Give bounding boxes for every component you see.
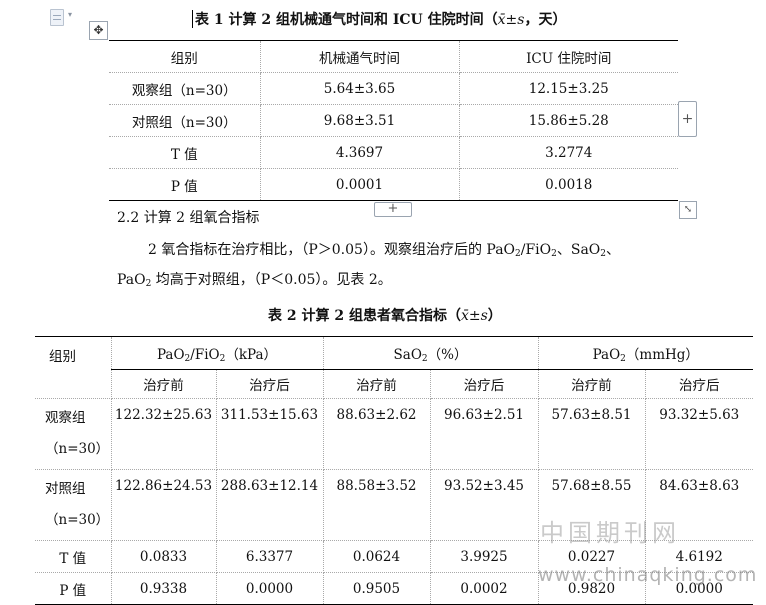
- table1: 组别 机械通气时间 ICU 住院时间 观察组（n=30） 5.64±3.65 1…: [109, 40, 678, 201]
- table-cell[interactable]: P 值: [109, 168, 261, 201]
- table-subheader-row: 治疗前 治疗后 治疗前 治疗后 治疗前 治疗后: [35, 369, 754, 399]
- table-header-cell[interactable]: SaO2（%）: [322, 336, 539, 370]
- table-cell[interactable]: 93.52±3.45: [429, 469, 539, 541]
- table-cell[interactable]: 57.63±8.51: [537, 398, 646, 470]
- table-cell[interactable]: 96.63±2.51: [429, 398, 539, 470]
- table-header-row: 组别 PaO2/FiO2（kPa） SaO2（%） PaO2（mmHg）: [35, 336, 754, 399]
- table-header-cell[interactable]: PaO2（mmHg）: [537, 336, 754, 370]
- add-column-button[interactable]: +: [678, 101, 697, 137]
- header-text: （kPa）: [225, 346, 278, 363]
- table-header-row: 组别 机械通气时间 ICU 住院时间: [109, 40, 678, 73]
- table2-caption-formula: x̄±s: [460, 308, 488, 324]
- paragraph-text: 、SaO: [556, 242, 601, 258]
- header-text: PaO: [592, 346, 621, 363]
- document-icon[interactable]: [50, 9, 64, 26]
- table-header-cell[interactable]: PaO2/FiO2（kPa）: [110, 336, 324, 370]
- paragraph-line: PaO2 均高于对照组，（P＜0.05）。见表 2。: [117, 269, 392, 289]
- table1-caption-tail: ，天）: [524, 12, 567, 28]
- table-cell[interactable]: 9.68±3.51: [259, 104, 460, 137]
- table-cell[interactable]: 0.0018: [458, 168, 678, 201]
- table-row: T 值 4.3697 3.2774: [109, 136, 678, 169]
- header-text: （%）: [427, 346, 468, 363]
- table-move-handle-icon[interactable]: ✥: [89, 21, 108, 40]
- table-cell[interactable]: 0.0624: [322, 540, 431, 573]
- text-cursor: [192, 10, 193, 28]
- table-header-cell[interactable]: ICU 住院时间: [458, 40, 678, 73]
- table-row: 对照组（n=30） 9.68±3.51 15.86±5.28: [109, 104, 678, 137]
- paragraph-text: 、: [606, 242, 621, 258]
- table-row: 观察组 （n=30） 122.32±25.63 311.53±15.63 88.6…: [35, 398, 754, 470]
- table2-caption-tail: ）: [487, 308, 502, 324]
- header-text: /FiO: [190, 346, 220, 363]
- table1-caption-text: 表 1 计算 2 组机械通气时间和 ICU 住院时间（: [195, 12, 498, 28]
- table-cell[interactable]: 4.3697: [259, 136, 460, 169]
- table-cell[interactable]: 88.63±2.62: [322, 398, 431, 470]
- table-cell[interactable]: 对照组 （n=30）: [35, 469, 112, 541]
- paragraph-text: /FiO: [520, 242, 552, 258]
- table-header-cell[interactable]: 治疗后: [429, 369, 539, 399]
- table1-caption: 表 1 计算 2 组机械通气时间和 ICU 住院时间（x̄±s，天）: [195, 9, 566, 29]
- row-label-sub: （n=30）: [45, 512, 110, 528]
- paragraph-line: 2 氧合指标在治疗相比，（P＞0.05）。观察组治疗后的 PaO2/FiO2、S…: [148, 239, 620, 259]
- table-cell[interactable]: 0.0833: [110, 540, 217, 573]
- chevron-down-icon[interactable]: ▾: [68, 10, 72, 19]
- table-cell[interactable]: 288.63±12.14: [215, 469, 324, 541]
- table-cell[interactable]: 93.32±5.63: [644, 398, 754, 470]
- table-cell[interactable]: 6.3377: [215, 540, 324, 573]
- add-row-button[interactable]: +: [374, 202, 412, 217]
- table-cell[interactable]: 5.64±3.65: [259, 72, 460, 105]
- row-label-sub: （n=30）: [45, 441, 110, 457]
- header-text: （mmHg）: [625, 346, 699, 363]
- table-cell[interactable]: 3.9925: [429, 540, 539, 573]
- table-cell[interactable]: 0.0001: [259, 168, 460, 201]
- row-label: 对照组: [45, 481, 86, 497]
- table-header-cell[interactable]: 组别: [109, 40, 261, 73]
- row-label: 观察组: [45, 410, 86, 426]
- table-cell[interactable]: 3.2774: [458, 136, 678, 169]
- table-cell[interactable]: 311.53±15.63: [215, 398, 324, 470]
- watermark-cn: 中国期刊网: [540, 519, 680, 547]
- table-cell[interactable]: 观察组 （n=30）: [35, 398, 112, 470]
- table-resize-handle-icon[interactable]: ⤡: [679, 201, 697, 219]
- table-cell[interactable]: 15.86±5.28: [458, 104, 678, 137]
- table-cell[interactable]: T 值: [35, 540, 112, 573]
- table-cell[interactable]: 12.15±3.25: [458, 72, 678, 105]
- table-row: 观察组（n=30） 5.64±3.65 12.15±3.25: [109, 72, 678, 105]
- header-text: PaO: [156, 346, 185, 363]
- table-cell[interactable]: 122.86±24.53: [110, 469, 217, 541]
- table1-caption-formula: x̄±s: [497, 12, 525, 28]
- table2-caption-text: 表 2 计算 2 组患者氧合指标（: [268, 308, 461, 324]
- section-heading: 2.2 计算 2 组氧合指标: [117, 210, 260, 226]
- table-header-cell[interactable]: 治疗后: [644, 369, 754, 399]
- table-cell[interactable]: T 值: [109, 136, 261, 169]
- table-header-cell[interactable]: 机械通气时间: [259, 40, 460, 73]
- paragraph-text: 2 氧合指标在治疗相比，（P＞0.05）。观察组治疗后的 PaO: [148, 242, 516, 258]
- table-header-cell[interactable]: 组别: [35, 336, 112, 399]
- paragraph-text: 均高于对照组，（P＜0.05）。见表 2。: [151, 272, 392, 288]
- table-header-cell[interactable]: 治疗前: [322, 369, 431, 399]
- table-header-cell[interactable]: 治疗前: [537, 369, 646, 399]
- table-cell[interactable]: 观察组（n=30）: [109, 72, 261, 105]
- table-row: P 值 0.0001 0.0018: [109, 168, 678, 201]
- table-header-cell[interactable]: 治疗前: [111, 369, 217, 399]
- watermark-url: www.chinaqking.com: [538, 564, 758, 586]
- table-cell[interactable]: 对照组（n=30）: [109, 104, 261, 137]
- table-header-cell[interactable]: 治疗后: [215, 369, 324, 399]
- table-cell[interactable]: 88.58±3.52: [322, 469, 431, 541]
- table-cell[interactable]: 122.32±25.63: [110, 398, 217, 470]
- table2-caption: 表 2 计算 2 组患者氧合指标（x̄±s）: [268, 305, 502, 325]
- header-text: SaO: [393, 346, 422, 363]
- paragraph-text: PaO: [117, 272, 146, 288]
